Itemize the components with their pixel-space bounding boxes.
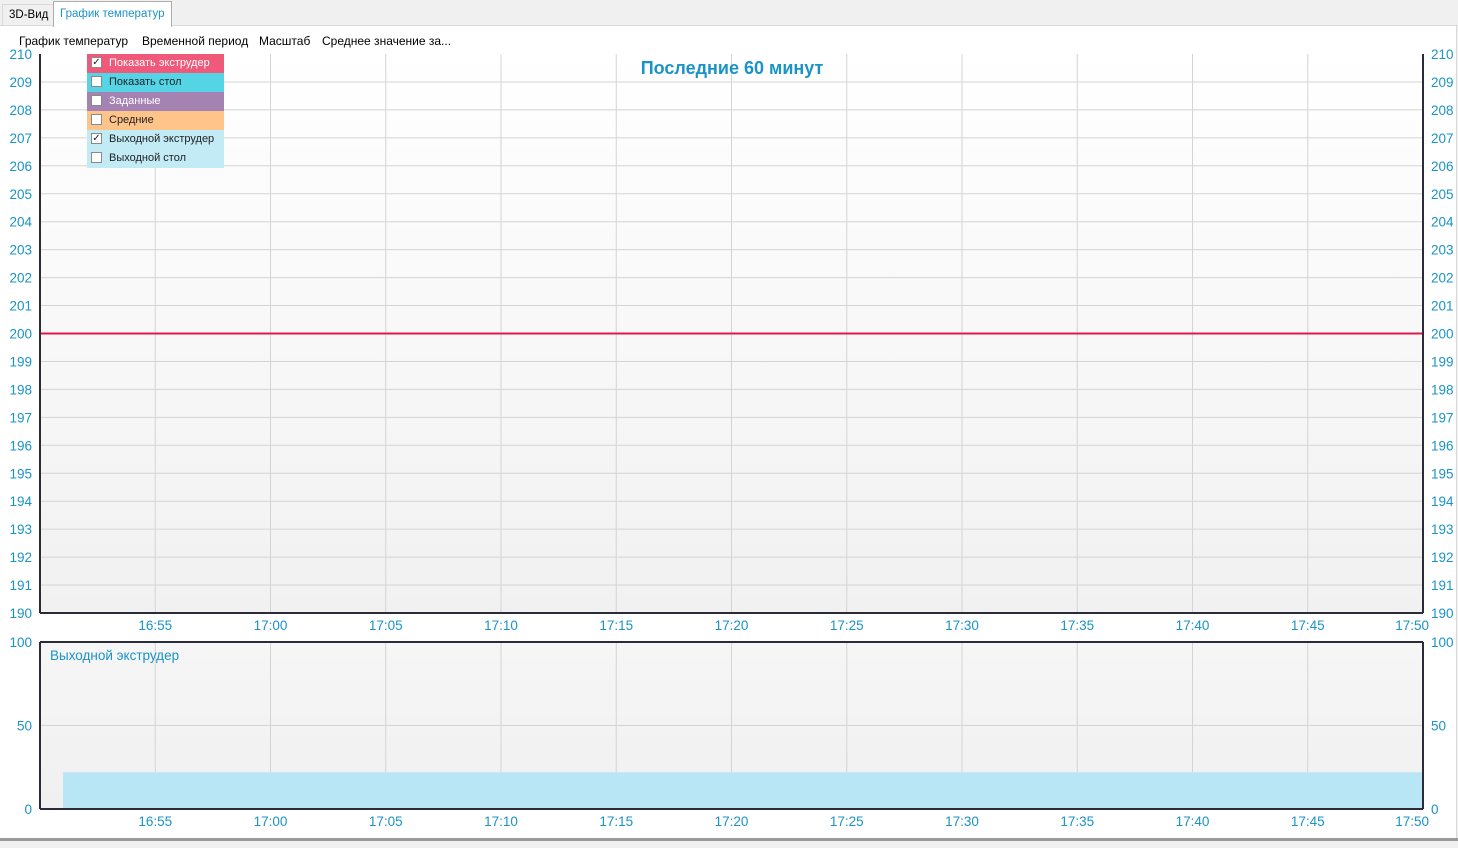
- x-tick-label: 17:50: [1395, 814, 1429, 829]
- tab-temperature-chart[interactable]: График температур: [53, 1, 172, 27]
- y-tick-label-left: 209: [9, 75, 32, 90]
- x-tick-label: 16:55: [138, 618, 172, 633]
- output-plot: 0 0 50 50 100 100 16:55 17:00 17:05 17:10 17:15 17:…: [9, 635, 1453, 829]
- legend-item[interactable]: Показать стол: [87, 73, 224, 92]
- y-tick-label-left: 203: [9, 243, 32, 258]
- legend-item[interactable]: Выходной стол: [87, 149, 224, 168]
- x-tick-label: 17:45: [1291, 814, 1325, 829]
- x-tick-label: 17:00: [254, 618, 288, 633]
- y-tick-label-left: 207: [9, 131, 32, 146]
- y-tick-label-left: 193: [9, 522, 32, 537]
- x-tick-label: 17:30: [945, 814, 979, 829]
- y-tick-label-right: 195: [1431, 466, 1454, 481]
- chart-title: Последние 60 минут: [641, 58, 824, 78]
- y-tick-label-left: 208: [9, 103, 32, 118]
- x-tick-label: 17:00: [254, 814, 288, 829]
- legend-label: Показать стол: [109, 76, 182, 88]
- chart-legend: ✓ Показать экструдер Показать стол Заданные…: [87, 54, 224, 168]
- y-tick-label-right: 191: [1431, 578, 1454, 593]
- y-tick-label-left: 196: [9, 438, 32, 453]
- y-tick-label-left: 199: [9, 354, 32, 369]
- y-tick-label-right: 207: [1431, 131, 1454, 146]
- y-tick-label-left: 100: [9, 635, 32, 650]
- y-tick-label-right: 198: [1431, 382, 1454, 397]
- y-tick-label-right: 203: [1431, 243, 1454, 258]
- x-tick-label: 16:55: [138, 814, 172, 829]
- status-strip: [0, 841, 1458, 848]
- y-tick-label-right: 204: [1431, 215, 1454, 230]
- y-tick-label-left: 210: [9, 47, 32, 62]
- x-tick-label: 17:15: [599, 814, 633, 829]
- y-tick-label-left: 190: [9, 606, 32, 621]
- y-tick-label-left: 194: [9, 494, 32, 509]
- legend-label: Показать экструдер: [109, 57, 210, 69]
- x-tick-label: 17:25: [830, 618, 864, 633]
- y-tick-label-right: 205: [1431, 187, 1454, 202]
- y-tick-label-right: 196: [1431, 438, 1454, 453]
- y-tick-label-right: 50: [1431, 719, 1446, 734]
- y-tick-label-left: 0: [24, 802, 32, 817]
- legend-label: Выходной стол: [109, 152, 187, 164]
- y-tick-label-right: 210: [1431, 47, 1454, 62]
- legend-label: Средние: [109, 114, 154, 126]
- legend-item[interactable]: ✓ Показать экструдер: [87, 54, 224, 73]
- y-tick-label-left: 201: [9, 299, 32, 314]
- y-tick-label-right: 206: [1431, 159, 1454, 174]
- y-tick-label-right: 208: [1431, 103, 1454, 118]
- y-tick-label-right: 202: [1431, 271, 1454, 286]
- legend-checkbox[interactable]: [91, 114, 102, 125]
- y-tick-label-left: 192: [9, 550, 32, 565]
- x-tick-label: 17:40: [1176, 814, 1210, 829]
- y-tick-label-left: 197: [9, 410, 32, 425]
- x-tick-label: 17:20: [715, 814, 749, 829]
- y-tick-label-right: 193: [1431, 522, 1454, 537]
- y-tick-label-left: 200: [9, 327, 32, 342]
- y-tick-label-left: 205: [9, 187, 32, 202]
- legend-checkbox[interactable]: [91, 95, 102, 106]
- x-tick-label: 17:10: [484, 618, 518, 633]
- legend-label: Заданные: [109, 95, 161, 107]
- x-tick-label: 17:35: [1060, 814, 1094, 829]
- x-tick-label: 17:40: [1176, 618, 1210, 633]
- y-tick-label-right: 194: [1431, 494, 1454, 509]
- output-plot-label: Выходной экструдер: [50, 648, 179, 663]
- y-tick-label-left: 195: [9, 466, 32, 481]
- legend-label: Выходной экструдер: [109, 133, 215, 145]
- legend-checkbox[interactable]: ✓: [91, 57, 102, 68]
- y-tick-label-right: 199: [1431, 354, 1454, 369]
- y-tick-label-left: 206: [9, 159, 32, 174]
- x-tick-label: 17:50: [1395, 618, 1429, 633]
- y-tick-label-right: 209: [1431, 75, 1454, 90]
- y-tick-label-right: 100: [1431, 635, 1454, 650]
- x-tick-label: 17:45: [1291, 618, 1325, 633]
- legend-checkbox[interactable]: ✓: [91, 133, 102, 144]
- legend-checkbox[interactable]: [91, 152, 102, 163]
- y-tick-label-left: 202: [9, 271, 32, 286]
- output-extruder-area: [63, 772, 1423, 809]
- legend-item[interactable]: ✓ Выходной экструдер: [87, 130, 224, 149]
- x-tick-label: 17:25: [830, 814, 864, 829]
- y-tick-label-right: 197: [1431, 410, 1454, 425]
- y-tick-label-right: 190: [1431, 606, 1454, 621]
- y-tick-label-right: 0: [1431, 802, 1439, 817]
- x-tick-label: 17:35: [1060, 618, 1094, 633]
- legend-checkbox[interactable]: [91, 76, 102, 87]
- x-tick-label: 17:20: [715, 618, 749, 633]
- x-tick-label: 17:15: [599, 618, 633, 633]
- legend-item[interactable]: Средние: [87, 111, 224, 130]
- legend-item[interactable]: Заданные: [87, 92, 224, 111]
- y-tick-label-left: 198: [9, 382, 32, 397]
- x-tick-label: 17:05: [369, 814, 403, 829]
- y-tick-label-left: 204: [9, 215, 32, 230]
- y-tick-label-right: 201: [1431, 299, 1454, 314]
- y-tick-label-left: 50: [17, 719, 32, 734]
- y-tick-label-right: 192: [1431, 550, 1454, 565]
- y-tick-label-left: 191: [9, 578, 32, 593]
- x-tick-label: 17:05: [369, 618, 403, 633]
- x-tick-label: 17:30: [945, 618, 979, 633]
- y-tick-label-right: 200: [1431, 327, 1454, 342]
- main-plot: 190 190 191 191 192 192 193 193 194 194 195 195 196 1…: [9, 47, 1454, 633]
- x-tick-label: 17:10: [484, 814, 518, 829]
